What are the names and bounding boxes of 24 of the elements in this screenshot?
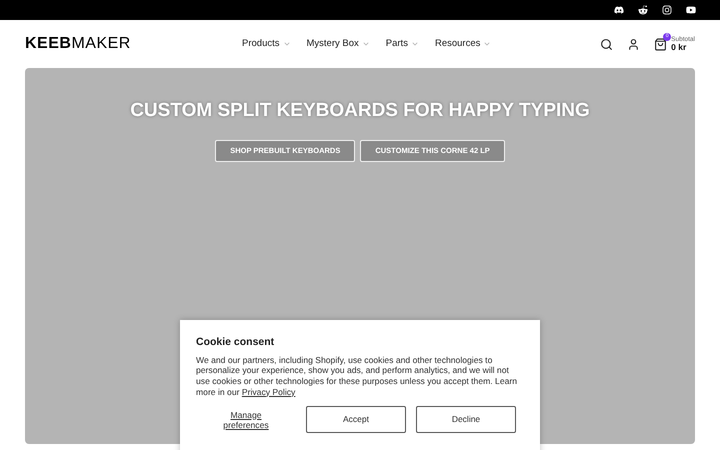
hero-title: CUSTOM SPLIT KEYBOARDS FOR HAPPY TYPING bbox=[130, 99, 590, 123]
reddit-icon[interactable] bbox=[638, 5, 648, 15]
discord-icon[interactable] bbox=[614, 5, 624, 15]
dialog-title: Cookie consent bbox=[196, 335, 276, 350]
nav-item[interactable]: Products bbox=[242, 36, 290, 52]
consent-text: We and our partners, including Shopify, use cookies and other technologies to personalize your experience, show you ads, and perform analytics, and we will not use cookies or other technologies for these purposes unless you accept them. Learn more in our Privacy Policy bbox=[196, 354, 518, 398]
accept-button[interactable]: Accept bbox=[306, 406, 406, 434]
logo[interactable]: KEEBMAKER bbox=[25, 32, 131, 56]
search-icon[interactable] bbox=[600, 38, 614, 50]
user-icon[interactable] bbox=[627, 38, 640, 50]
nav-item[interactable]: Parts bbox=[386, 36, 419, 52]
nav-item[interactable]: Mystery Box bbox=[306, 36, 370, 52]
decline-button[interactable]: Decline bbox=[416, 406, 516, 434]
bag-icon[interactable] bbox=[654, 38, 668, 50]
chevron-down-icon bbox=[410, 40, 419, 48]
instagram-icon[interactable] bbox=[662, 5, 672, 15]
chevron-down-icon bbox=[282, 40, 290, 48]
chevron-down-icon bbox=[483, 40, 492, 48]
manage-preferences-link[interactable]: Manage preferences bbox=[216, 410, 276, 430]
chevron-down-icon bbox=[362, 40, 370, 48]
privacy-link[interactable]: Privacy Policy bbox=[242, 386, 296, 397]
nav-item[interactable]: Resources bbox=[434, 36, 492, 52]
youtube-icon[interactable] bbox=[686, 5, 696, 15]
subtotal-value: 0 kr bbox=[671, 43, 688, 52]
